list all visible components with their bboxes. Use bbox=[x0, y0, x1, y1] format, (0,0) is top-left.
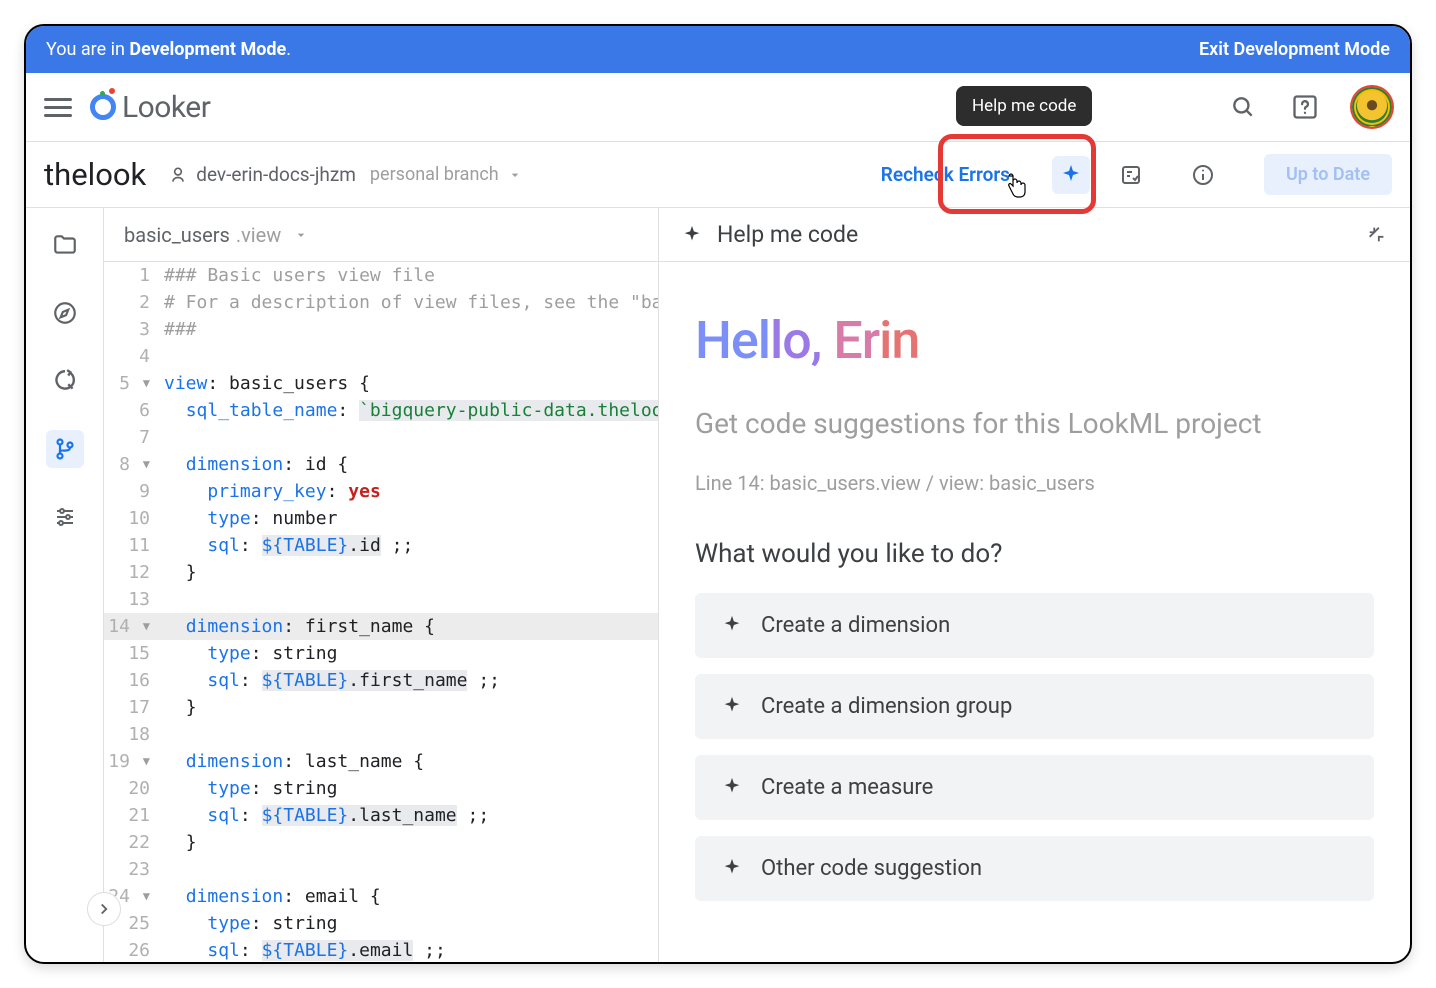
code-line[interactable]: 23 bbox=[104, 856, 658, 883]
code-line[interactable]: 10 type: number bbox=[104, 505, 658, 532]
code-line[interactable]: 15 type: string bbox=[104, 640, 658, 667]
up-to-date-button: Up to Date bbox=[1264, 154, 1392, 195]
looker-logo[interactable]: Looker bbox=[90, 90, 210, 125]
dev-mode-prefix: You are in bbox=[46, 39, 129, 60]
code-line[interactable]: 6 sql_table_name: `bigquery-public-data.… bbox=[104, 397, 658, 424]
code-line[interactable]: 13 bbox=[104, 586, 658, 613]
dev-mode-label: Development Mode bbox=[129, 39, 286, 60]
sparkle-icon bbox=[681, 224, 703, 246]
sparkle-icon bbox=[721, 857, 743, 879]
hamburger-menu-icon[interactable] bbox=[44, 93, 72, 121]
sparkle-icon bbox=[721, 695, 743, 717]
code-line[interactable]: 14 ▼ dimension: first_name { bbox=[104, 613, 658, 640]
branch-selector[interactable]: dev-erin-docs-jhzm personal branch bbox=[168, 163, 522, 186]
sparkle-icon bbox=[721, 614, 743, 636]
help-context: Line 14: basic_users.view / view: basic_… bbox=[695, 471, 1374, 495]
sparkle-icon bbox=[721, 776, 743, 798]
search-icon[interactable] bbox=[1228, 92, 1258, 122]
project-name: thelook bbox=[44, 156, 146, 193]
suggestion-1[interactable]: Create a dimension group bbox=[695, 674, 1374, 739]
git-branch-icon[interactable] bbox=[46, 430, 84, 468]
editor-column: basic_users.view 1### Basic users view f… bbox=[104, 208, 659, 962]
hello-greeting: Hello, Erin bbox=[695, 310, 1374, 371]
code-line[interactable]: 20 type: string bbox=[104, 775, 658, 802]
help-question: What would you like to do? bbox=[695, 539, 1374, 569]
project-bar: thelook dev-erin-docs-jhzm personal bran… bbox=[26, 142, 1410, 208]
compass-icon[interactable] bbox=[46, 294, 84, 332]
code-line[interactable]: 2# For a description of view files, see … bbox=[104, 289, 658, 316]
code-line[interactable]: 18 bbox=[104, 721, 658, 748]
code-line[interactable]: 5 ▼view: basic_users { bbox=[104, 370, 658, 397]
help-panel-header: Help me code bbox=[659, 208, 1410, 262]
info-icon[interactable] bbox=[1184, 156, 1222, 194]
code-line[interactable]: 19 ▼ dimension: last_name { bbox=[104, 748, 658, 775]
code-line[interactable]: 9 primary_key: yes bbox=[104, 478, 658, 505]
suggestion-0[interactable]: Create a dimension bbox=[695, 593, 1374, 658]
code-line[interactable]: 26 sql: ${TABLE}.email ;; bbox=[104, 937, 658, 962]
code-line[interactable]: 12 } bbox=[104, 559, 658, 586]
suggestion-3[interactable]: Other code suggestion bbox=[695, 836, 1374, 901]
left-navigation bbox=[26, 208, 104, 962]
code-line[interactable]: 24 ▼ dimension: email { bbox=[104, 883, 658, 910]
code-line[interactable]: 11 sql: ${TABLE}.id ;; bbox=[104, 532, 658, 559]
code-line[interactable]: 21 sql: ${TABLE}.last_name ;; bbox=[104, 802, 658, 829]
code-line[interactable]: 16 sql: ${TABLE}.first_name ;; bbox=[104, 667, 658, 694]
looker-logo-icon bbox=[90, 94, 116, 120]
code-line[interactable]: 7 bbox=[104, 424, 658, 451]
help-me-code-button[interactable] bbox=[1052, 156, 1090, 194]
folder-icon[interactable] bbox=[46, 226, 84, 264]
help-panel: Help me code Hello, Erin Get code sugges… bbox=[659, 208, 1410, 962]
code-editor[interactable]: 1### Basic users view file2# For a descr… bbox=[104, 262, 658, 962]
code-line[interactable]: 3### bbox=[104, 316, 658, 343]
help-panel-title: Help me code bbox=[717, 221, 858, 248]
file-tab[interactable]: basic_users.view bbox=[104, 208, 658, 262]
collapse-icon[interactable] bbox=[1366, 224, 1388, 246]
recheck-errors-link[interactable]: Recheck Errors bbox=[881, 163, 1010, 186]
code-line[interactable]: 25 type: string bbox=[104, 910, 658, 937]
code-line[interactable]: 4 bbox=[104, 343, 658, 370]
code-line[interactable]: 1### Basic users view file bbox=[104, 262, 658, 289]
code-line[interactable]: 22 } bbox=[104, 829, 658, 856]
suggestion-2[interactable]: Create a measure bbox=[695, 755, 1374, 820]
exit-dev-mode-link[interactable]: Exit Development Mode bbox=[1199, 39, 1390, 60]
settings-sliders-icon[interactable] bbox=[46, 498, 84, 536]
expand-chevron-icon[interactable] bbox=[87, 892, 121, 926]
help-me-code-tooltip: Help me code bbox=[956, 86, 1092, 126]
user-avatar[interactable] bbox=[1352, 87, 1392, 127]
validation-icon[interactable] bbox=[1112, 156, 1150, 194]
code-line[interactable]: 8 ▼ dimension: id { bbox=[104, 451, 658, 478]
code-line[interactable]: 17 } bbox=[104, 694, 658, 721]
help-subtitle: Get code suggestions for this LookML pro… bbox=[695, 405, 1374, 443]
find-replace-icon[interactable] bbox=[46, 362, 84, 400]
app-topbar: Looker bbox=[26, 73, 1410, 142]
cursor-pointer-icon bbox=[1004, 172, 1028, 200]
dev-mode-banner: You are in Development Mode. Exit Develo… bbox=[26, 26, 1410, 73]
help-icon[interactable] bbox=[1290, 92, 1320, 122]
